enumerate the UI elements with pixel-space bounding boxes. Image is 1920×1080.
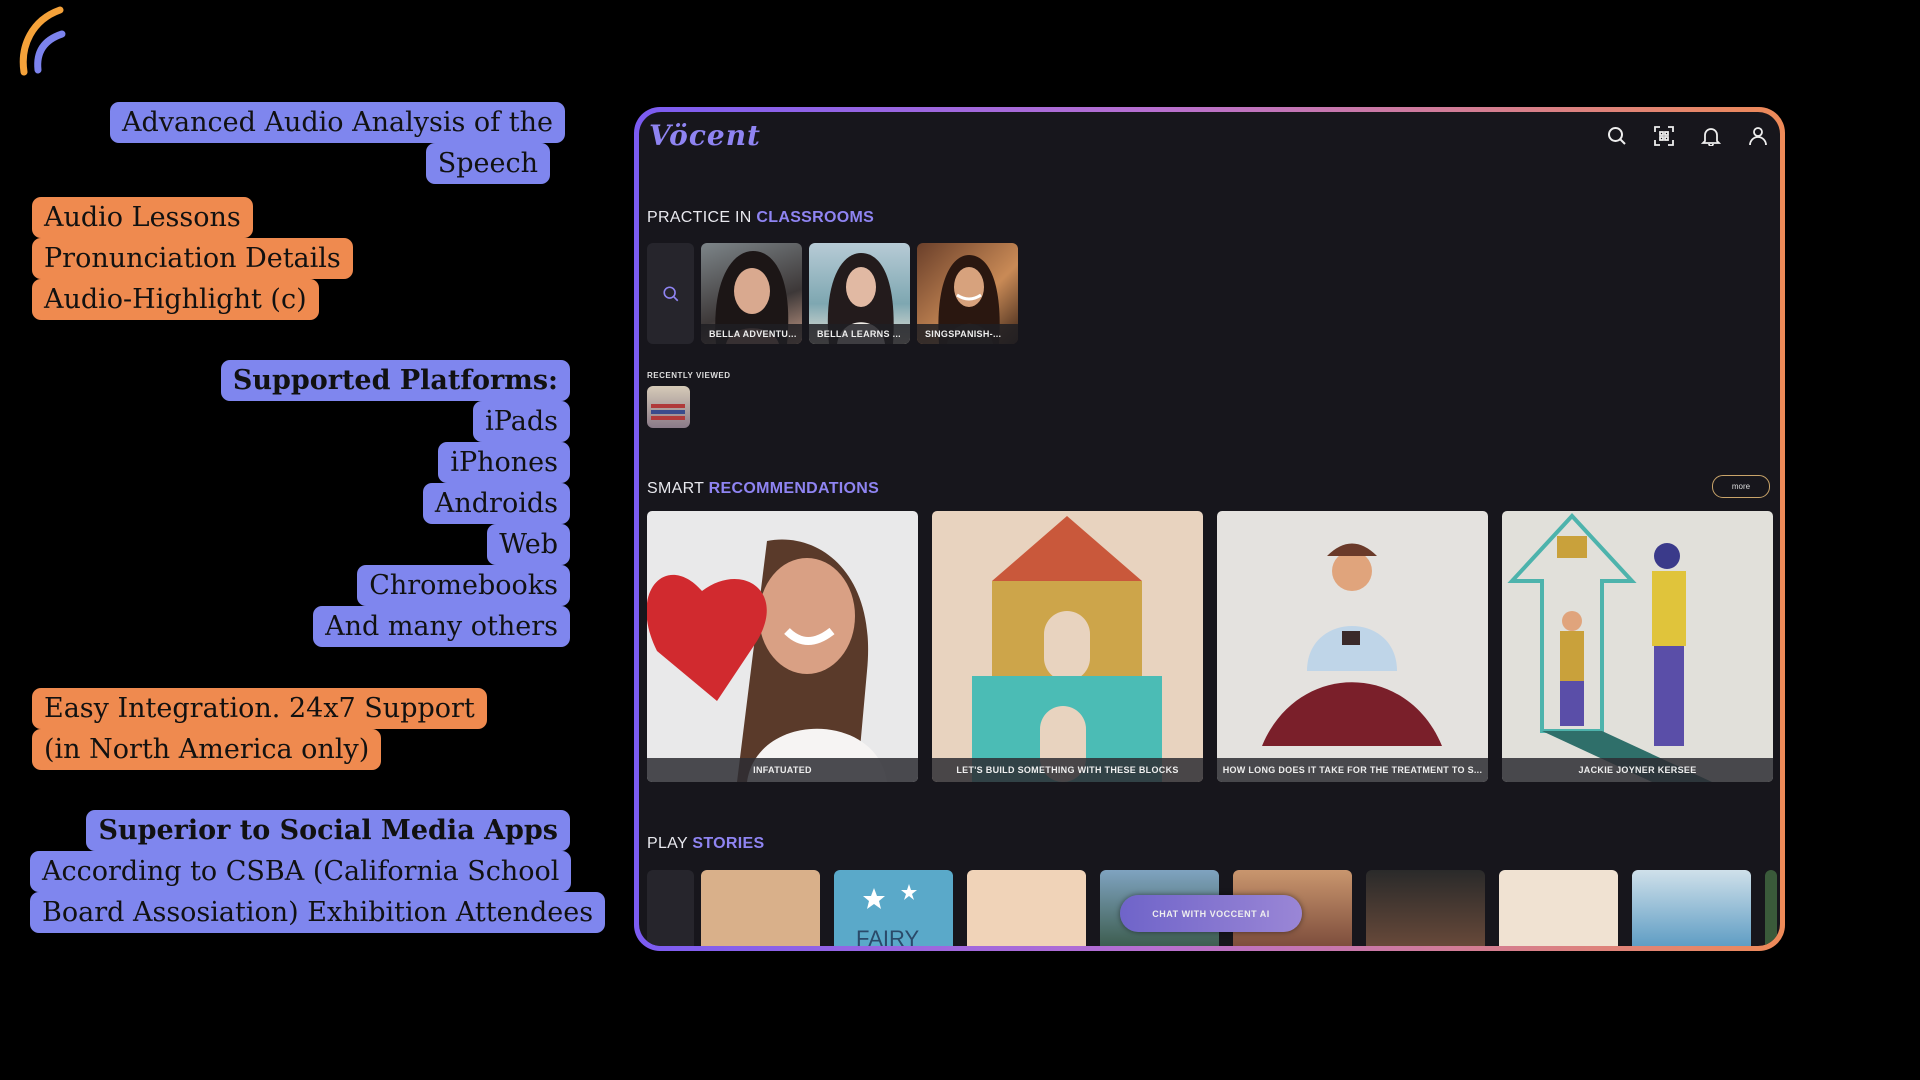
story-tile[interactable]: [1366, 870, 1485, 946]
search-icon: [662, 285, 678, 301]
recently-viewed-label: RECENTLY VIEWED: [647, 371, 731, 380]
feature-speech-analysis: Advanced Audio Analysis of the Speech: [110, 102, 565, 184]
card-image: [647, 539, 887, 782]
recently-viewed-thumb[interactable]: [647, 386, 690, 428]
classroom-title: BELLA LEARNS ...: [809, 324, 910, 344]
feature-superior: Superior to Social Media Apps According …: [30, 810, 606, 933]
platform-item: iPhones: [438, 442, 570, 483]
platform-item: Androids: [422, 483, 570, 524]
classroom-search-tile[interactable]: [647, 243, 694, 344]
bell-icon[interactable]: [1697, 122, 1725, 150]
platform-item: And many others: [313, 606, 570, 647]
classroom-tile[interactable]: BELLA ADVENTU...: [701, 243, 802, 344]
section-label: PRACTICE IN: [647, 209, 752, 226]
story-tile[interactable]: [1632, 870, 1751, 946]
app-logo[interactable]: Vöcent: [649, 119, 761, 152]
section-label: SMART: [647, 480, 704, 497]
feature-line: According to CSBA (California School: [30, 851, 572, 892]
section-title-stories: PLAY STORIES: [647, 835, 764, 853]
recommendation-card[interactable]: JACKIE JOYNER KERSEE: [1502, 511, 1773, 782]
feature-platforms: Supported Platforms: iPads iPhones Andro…: [100, 360, 570, 647]
platform-item: Chromebooks: [357, 565, 570, 606]
classroom-tile[interactable]: BELLA LEARNS ...: [809, 243, 910, 344]
feature-line: Audio-Highlight (c): [32, 279, 319, 320]
top-icons: [1603, 122, 1772, 150]
story-image: FAIRY: [856, 884, 920, 946]
section-accent: CLASSROOMS: [756, 209, 875, 226]
story-fairy-text: FAIRY: [856, 926, 920, 946]
chat-with-ai-button[interactable]: CHAT WITH VOCCENT AI: [1120, 895, 1302, 932]
feature-support: Easy Integration. 24x7 Support (in North…: [32, 688, 487, 770]
user-icon[interactable]: [1744, 122, 1772, 150]
card-image: [1262, 543, 1442, 746]
recommendation-card[interactable]: LET'S BUILD SOMETHING WITH THESE BLOCKS: [932, 511, 1203, 782]
classroom-title: SINGSPANISH-...: [917, 324, 1018, 344]
card-title: LET'S BUILD SOMETHING WITH THESE BLOCKS: [932, 758, 1203, 782]
thumb-image: [651, 404, 685, 420]
feature-line: Speech: [425, 143, 550, 184]
classroom-tile[interactable]: SINGSPANISH-...: [917, 243, 1018, 344]
search-icon[interactable]: [1603, 122, 1631, 150]
feature-line: Audio Lessons: [32, 197, 253, 238]
card-image: [972, 516, 1162, 782]
section-title-smart: SMART RECOMMENDATIONS: [647, 480, 879, 498]
section-accent: STORIES: [692, 835, 765, 852]
qr-scan-icon[interactable]: [1650, 122, 1678, 150]
platforms-heading: Supported Platforms:: [220, 360, 570, 401]
card-title: JACKIE JOYNER KERSEE: [1502, 758, 1773, 782]
story-tile[interactable]: [1499, 870, 1618, 946]
card-image: [1507, 513, 1712, 782]
feature-audio: Audio Lessons Pronunciation Details Audi…: [32, 197, 353, 320]
feature-line: (in North America only): [32, 729, 382, 770]
platform-item: iPads: [473, 401, 570, 442]
card-title: INFATUATED: [647, 758, 918, 782]
story-search-tile[interactable]: [647, 870, 694, 946]
section-label: PLAY: [647, 835, 688, 852]
section-title-practice: PRACTICE IN CLASSROOMS: [647, 209, 874, 227]
classroom-title: BELLA ADVENTU...: [701, 324, 802, 344]
feature-line: Easy Integration. 24x7 Support: [32, 688, 487, 729]
rainbow-logo-icon: [19, 6, 66, 76]
feature-line: Board Assosiation) Exhibition Attendees: [30, 892, 606, 933]
recommendation-card[interactable]: INFATUATED: [647, 511, 918, 782]
story-tile[interactable]: FAIRY: [834, 870, 953, 946]
more-button[interactable]: more: [1712, 475, 1770, 498]
feature-line: Pronunciation Details: [32, 238, 353, 279]
superior-heading: Superior to Social Media Apps: [86, 810, 570, 851]
story-tile[interactable]: [967, 870, 1086, 946]
feature-line: Advanced Audio Analysis of the: [110, 102, 565, 143]
story-tile-partial[interactable]: [1765, 870, 1777, 946]
platform-item: Web: [487, 524, 570, 565]
card-title: HOW LONG DOES IT TAKE FOR THE TREATMENT …: [1217, 758, 1488, 782]
tablet-frame: Vöcent PRACTICE IN CLASSROOMS BELLA ADV…: [634, 107, 1785, 951]
recommendation-card[interactable]: HOW LONG DOES IT TAKE FOR THE TREATMENT …: [1217, 511, 1488, 782]
section-accent: RECOMMENDATIONS: [708, 480, 880, 497]
story-tile[interactable]: [701, 870, 820, 946]
app-screen: Vöcent PRACTICE IN CLASSROOMS BELLA ADV…: [639, 112, 1780, 946]
